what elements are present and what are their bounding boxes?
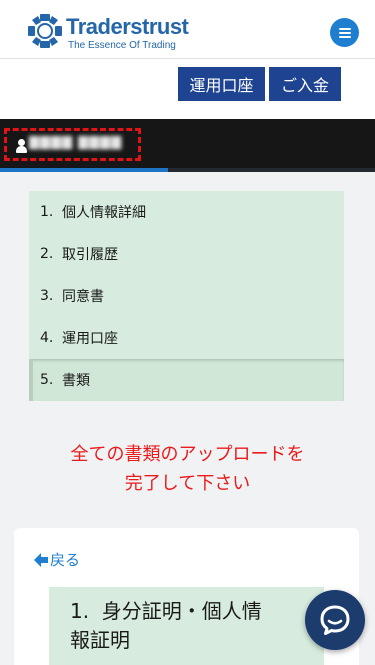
chat-bubble-icon — [320, 605, 350, 635]
user-bar: ▇▇▇▇ ▇▇▇▇ — [0, 119, 375, 168]
user-icon-body — [16, 146, 27, 153]
document-section-identity[interactable]: 1. 身分証明・個人情 報証明 — [49, 587, 324, 665]
step-number: 3. — [40, 288, 54, 304]
action-bar: 運用口座 ご入金 — [0, 59, 375, 119]
notice-line-2: 完了して下さい — [124, 473, 251, 494]
username-redaction-box: ▇▇▇▇ ▇▇▇▇ — [4, 128, 141, 161]
user-icon — [16, 139, 27, 153]
operate-account-button[interactable]: 運用口座 — [178, 67, 265, 101]
brand-name: Traderstrust — [66, 14, 189, 39]
step-item-agreement[interactable]: 3. 同意書 — [29, 275, 344, 317]
hamburger-icon-line — [338, 31, 351, 34]
header: Traderstrust The Essence Of Trading — [0, 0, 375, 59]
step-number: 2. — [40, 246, 54, 262]
registration-steps: 1. 個人情報詳細 2. 取引履歴 3. 同意書 4. 運用口座 5. 書類 — [29, 191, 344, 401]
step-label: 書類 — [62, 373, 90, 389]
step-label: 同意書 — [62, 289, 104, 305]
brand-tagline: The Essence Of Trading — [68, 40, 176, 51]
hamburger-icon — [338, 27, 351, 30]
back-link[interactable]: 戻る — [34, 549, 80, 570]
user-bar-accent — [0, 168, 375, 172]
step-item-personal-info[interactable]: 1. 個人情報詳細 — [29, 191, 344, 233]
document-title-line-1: 1. 身分証明・個人情 — [70, 599, 262, 623]
brand-logo[interactable]: Traderstrust The Essence Of Trading — [28, 12, 198, 54]
step-item-documents[interactable]: 5. 書類 — [29, 359, 344, 401]
user-icon-head — [18, 139, 25, 146]
arrow-left-icon — [34, 552, 48, 567]
step-item-trade-history[interactable]: 2. 取引履歴 — [29, 233, 344, 275]
username-redacted: ▇▇▇▇ ▇▇▇▇ — [29, 135, 123, 150]
step-number: 5. — [40, 372, 54, 388]
upload-notice: 全ての書類のアップロードを 完了して下さい — [0, 440, 375, 498]
hamburger-menu-button[interactable] — [330, 18, 359, 47]
logo-mark-icon — [28, 14, 62, 48]
chat-button[interactable] — [305, 590, 365, 650]
document-title-line-2: 報証明 — [70, 628, 130, 652]
deposit-button[interactable]: ご入金 — [269, 67, 341, 101]
hamburger-icon-line — [338, 35, 351, 38]
step-label: 取引履歴 — [62, 247, 118, 263]
documents-card: 戻る 1. 身分証明・個人情 報証明 — [14, 528, 359, 665]
notice-line-1: 全ての書類のアップロードを — [70, 444, 305, 465]
step-label: 運用口座 — [62, 331, 118, 347]
step-number: 4. — [40, 330, 54, 346]
back-label: 戻る — [50, 551, 81, 569]
step-label: 個人情報詳細 — [62, 205, 146, 221]
step-item-operating-account[interactable]: 4. 運用口座 — [29, 317, 344, 359]
step-number: 1. — [40, 204, 54, 220]
